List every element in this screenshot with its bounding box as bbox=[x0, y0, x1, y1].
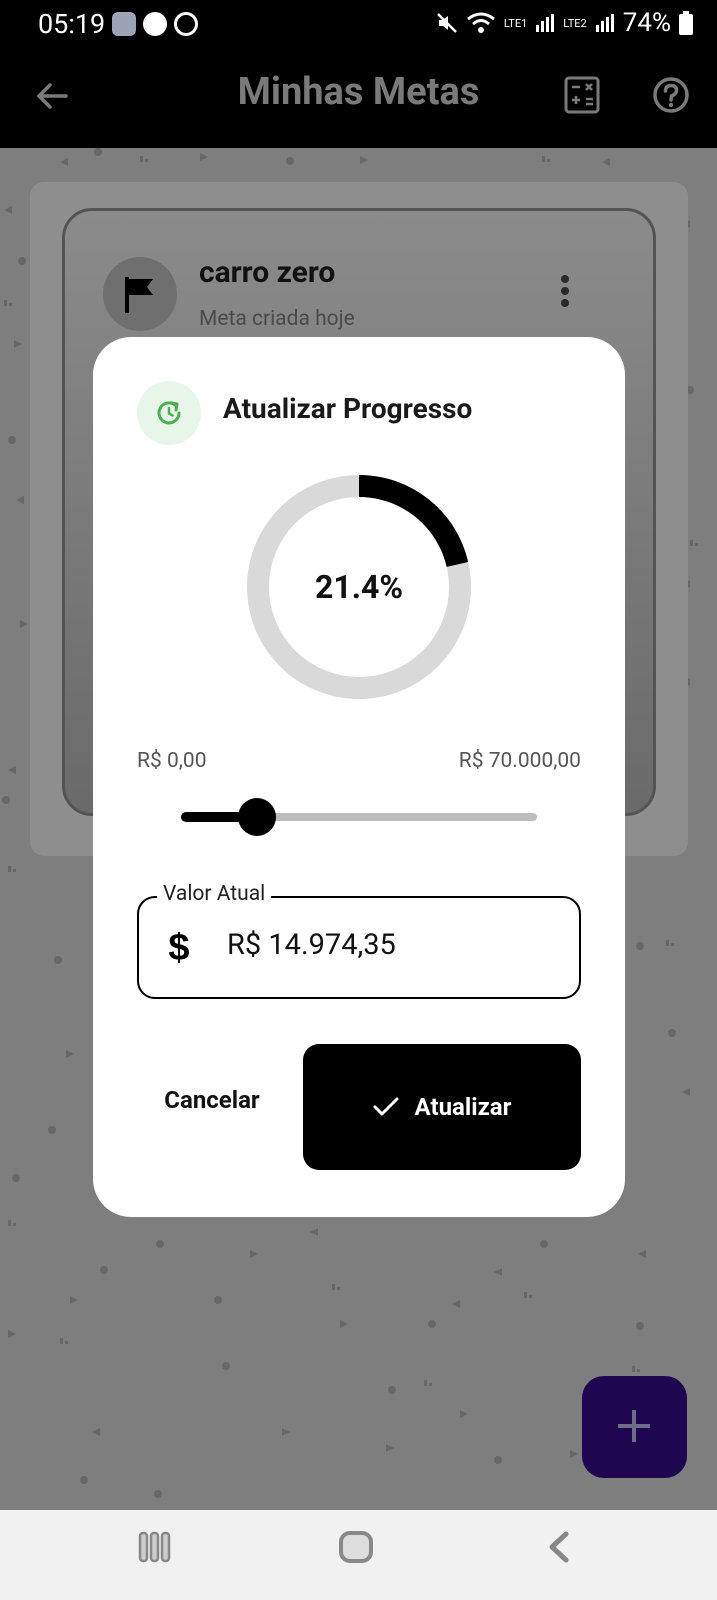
notification-icons bbox=[112, 12, 198, 36]
mute-icon bbox=[436, 13, 457, 33]
status-right: LTE1 LTE2 74% bbox=[436, 8, 693, 38]
svg-text:$: $ bbox=[168, 927, 189, 968]
plus-icon bbox=[618, 1410, 650, 1442]
help-icon[interactable] bbox=[652, 76, 690, 114]
recent-apps-icon[interactable] bbox=[138, 1530, 172, 1564]
calculator-icon[interactable] bbox=[564, 76, 600, 114]
update-progress-dialog: Atualizar Progresso 21.4% R$ 0,00 R$ 70.… bbox=[93, 337, 625, 1217]
progress-slider[interactable] bbox=[181, 797, 537, 837]
update-button[interactable]: Atualizar bbox=[303, 1044, 581, 1170]
signal-icon bbox=[536, 14, 555, 32]
app-bar: Minhas Metas bbox=[0, 50, 717, 148]
dialog-icon-circle bbox=[137, 381, 201, 445]
dollar-icon: $ bbox=[168, 927, 189, 968]
battery-percent: 74% bbox=[622, 8, 671, 38]
cancel-button[interactable]: Cancelar bbox=[137, 1044, 287, 1156]
check-icon bbox=[373, 1097, 399, 1116]
slider-thumb[interactable] bbox=[238, 798, 277, 836]
range-min-label: R$ 0,00 bbox=[137, 749, 207, 773]
signal-icon bbox=[595, 14, 614, 32]
app-heart-icon bbox=[174, 12, 198, 36]
goal-title: carro zero bbox=[199, 255, 336, 290]
progress-percent: 21.4% bbox=[314, 568, 403, 606]
update-button-label: Atualizar bbox=[414, 1093, 512, 1121]
system-nav-bar bbox=[0, 1510, 717, 1600]
app-notification-icon bbox=[112, 12, 136, 36]
add-goal-button[interactable] bbox=[582, 1376, 687, 1478]
lte2-label: LTE2 bbox=[563, 16, 587, 30]
lte1-label: LTE1 bbox=[503, 16, 528, 30]
battery-icon bbox=[679, 11, 693, 35]
wifi-icon bbox=[466, 12, 495, 33]
goal-subtitle: Meta criada hoje bbox=[199, 307, 355, 331]
current-value-input[interactable] bbox=[227, 928, 557, 962]
current-value-label: Valor Atual bbox=[157, 882, 272, 906]
page-title: Minhas Metas bbox=[237, 70, 480, 114]
flag-icon bbox=[125, 277, 153, 313]
more-options-icon[interactable] bbox=[559, 273, 571, 309]
home-icon[interactable] bbox=[338, 1530, 374, 1564]
current-value-field[interactable]: Valor Atual $ bbox=[137, 882, 581, 999]
range-max-label: R$ 70.000,00 bbox=[458, 749, 581, 773]
spotify-icon bbox=[143, 12, 167, 36]
dialog-title: Atualizar Progresso bbox=[223, 392, 473, 425]
status-bar: 05:19 LTE1 LTE2 74% bbox=[0, 0, 717, 50]
status-time: 05:19 bbox=[38, 8, 106, 40]
back-nav-icon[interactable] bbox=[546, 1530, 570, 1564]
goal-avatar bbox=[103, 257, 177, 331]
refresh-icon bbox=[157, 401, 181, 425]
